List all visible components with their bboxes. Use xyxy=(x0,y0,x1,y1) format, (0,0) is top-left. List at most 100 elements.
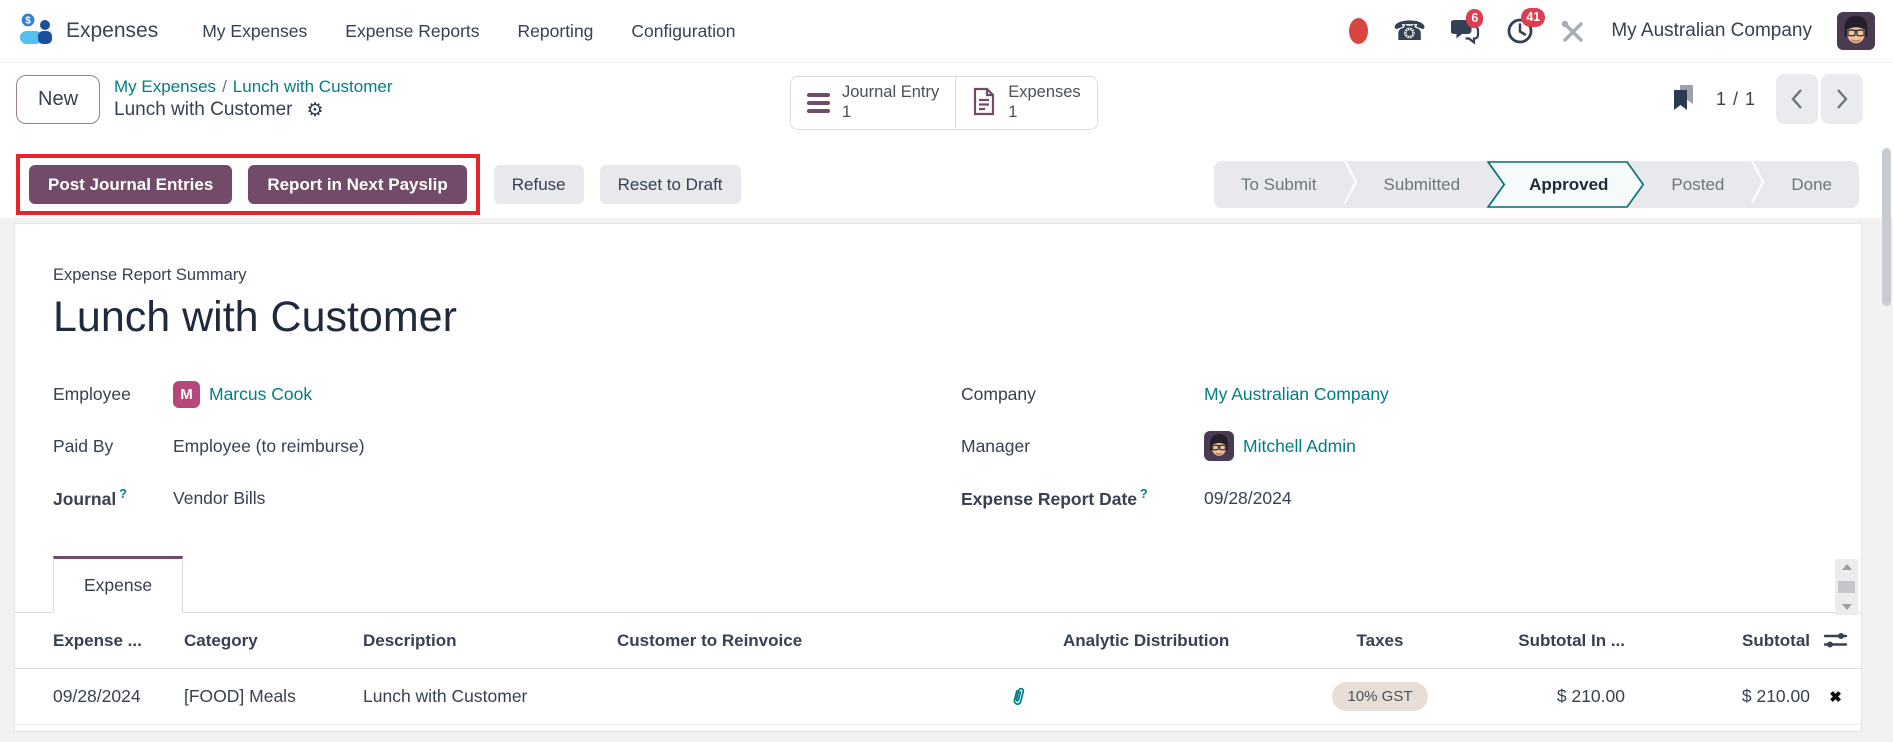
breadcrumb-current-link[interactable]: Lunch with Customer xyxy=(233,77,393,96)
report-date-label: Expense Report Date? xyxy=(961,487,1204,510)
scrollbar-thumb[interactable] xyxy=(1838,581,1855,593)
col-subtotal[interactable]: Subtotal xyxy=(1625,631,1810,651)
status-step-submitted[interactable]: Submitted xyxy=(1357,161,1488,208)
voip-phone-icon[interactable]: ☎ xyxy=(1393,18,1427,45)
expenses-smart-button[interactable]: Expenses 1 xyxy=(955,77,1096,129)
cell-description[interactable]: Lunch with Customer xyxy=(363,686,617,707)
page-title[interactable]: Lunch with Customer xyxy=(53,293,1837,342)
status-step-approved[interactable]: Approved xyxy=(1487,161,1644,208)
cell-customer-to-reinvoice[interactable] xyxy=(617,686,1063,707)
expenses-label: Expenses xyxy=(1008,83,1080,101)
pager-next-button[interactable] xyxy=(1821,74,1863,124)
expense-lines-table: Expense ... Category Description Custome… xyxy=(15,613,1861,725)
menu-my-expenses[interactable]: My Expenses xyxy=(200,17,309,46)
messages-icon[interactable]: 6 xyxy=(1451,18,1481,45)
user-avatar[interactable] xyxy=(1837,12,1875,50)
company-switcher[interactable]: My Australian Company xyxy=(1611,20,1812,42)
table-header-row: Expense ... Category Description Custome… xyxy=(15,613,1861,669)
red-highlight-annotation: Post Journal Entries Report in Next Pays… xyxy=(16,154,480,215)
new-button[interactable]: New xyxy=(16,75,100,124)
company-link[interactable]: My Australian Company xyxy=(1204,384,1389,405)
employee-link[interactable]: Marcus Cook xyxy=(209,384,312,405)
paperclip-icon[interactable] xyxy=(1010,686,1027,707)
recording-indicator-icon xyxy=(1349,18,1368,44)
cell-expense-date[interactable]: 09/28/2024 xyxy=(15,686,184,707)
status-step-posted[interactable]: Posted xyxy=(1644,161,1751,208)
pager-area: 1 / 1 xyxy=(1671,74,1877,124)
menu-expense-reports[interactable]: Expense Reports xyxy=(343,17,481,46)
messages-count-badge: 6 xyxy=(1466,9,1483,28)
breadcrumb-parent-link[interactable]: My Expenses xyxy=(114,77,216,96)
delete-row-icon[interactable]: ✖ xyxy=(1829,688,1842,706)
cell-subtotal[interactable]: $ 210.00 xyxy=(1625,686,1810,707)
breadcrumb-separator: / xyxy=(216,77,233,96)
content-area: Expense Report Summary Lunch with Custom… xyxy=(0,218,1893,742)
menu-reporting[interactable]: Reporting xyxy=(516,17,596,46)
col-subtotal-in[interactable]: Subtotal In ... xyxy=(1445,631,1625,651)
col-expense-date[interactable]: Expense ... xyxy=(15,631,184,651)
status-step-done[interactable]: Done xyxy=(1764,161,1859,208)
scroll-up-icon[interactable] xyxy=(1842,564,1852,570)
cell-subtotal-in[interactable]: $ 210.00 xyxy=(1445,686,1625,707)
col-analytic-distribution[interactable]: Analytic Distribution xyxy=(1063,631,1315,651)
scroll-down-icon[interactable] xyxy=(1842,604,1852,610)
breadcrumb: My Expenses/Lunch with Customer Lunch wi… xyxy=(114,76,392,123)
journal-entry-smart-button[interactable]: Journal Entry 1 xyxy=(791,77,955,129)
table-mini-scrollbar[interactable] xyxy=(1835,559,1858,615)
col-customer-to-reinvoice[interactable]: Customer to Reinvoice xyxy=(617,631,1063,651)
paid-by-value[interactable]: Employee (to reimburse) xyxy=(173,436,365,457)
pager-previous-button[interactable] xyxy=(1776,74,1818,124)
reset-to-draft-button[interactable]: Reset to Draft xyxy=(600,165,741,204)
employee-avatar: M xyxy=(173,381,200,408)
app-brand[interactable]: $ Expenses xyxy=(18,12,158,51)
user-avatar-image xyxy=(1837,12,1875,50)
tax-tag[interactable]: 10% GST xyxy=(1332,682,1427,711)
control-panel: New My Expenses/Lunch with Customer Lunc… xyxy=(0,63,1893,135)
step-separator xyxy=(1751,161,1764,208)
status-step-to-submit[interactable]: To Submit xyxy=(1214,161,1344,208)
gear-icon[interactable]: ⚙ xyxy=(300,100,329,121)
smart-buttons: Journal Entry 1 Expenses 1 xyxy=(790,76,1098,130)
wrench-screwdriver-icon xyxy=(1559,18,1586,45)
manager-link[interactable]: Mitchell Admin xyxy=(1243,436,1356,457)
summary-field-label: Expense Report Summary xyxy=(53,266,1837,285)
app-menu: My Expenses Expense Reports Reporting Co… xyxy=(200,17,737,46)
menu-configuration[interactable]: Configuration xyxy=(629,17,737,46)
activities-icon[interactable]: 41 xyxy=(1506,17,1534,45)
journal-value[interactable]: Vendor Bills xyxy=(173,488,265,509)
tab-expense[interactable]: Expense xyxy=(53,556,183,613)
journal-entries-icon xyxy=(807,93,830,114)
page-scrollbar-thumb[interactable] xyxy=(1882,148,1891,306)
report-date-help-icon[interactable]: ? xyxy=(1140,487,1148,501)
bookmark-icon[interactable] xyxy=(1671,83,1696,115)
action-bar: Post Journal Entries Report in Next Pays… xyxy=(0,135,1893,218)
journal-field-row: Journal? Vendor Bills xyxy=(53,472,961,524)
post-journal-entries-button[interactable]: Post Journal Entries xyxy=(29,165,232,204)
record-name: Lunch with Customer xyxy=(114,98,292,123)
col-category[interactable]: Category xyxy=(184,631,363,651)
activities-count-badge: 41 xyxy=(1521,8,1545,27)
pager-counter: 1 / 1 xyxy=(1716,89,1756,110)
manager-avatar xyxy=(1204,431,1234,461)
optional-columns-icon[interactable] xyxy=(1823,631,1848,650)
col-description[interactable]: Description xyxy=(363,631,617,651)
form-sheet: Expense Report Summary Lunch with Custom… xyxy=(14,223,1862,732)
refuse-button[interactable]: Refuse xyxy=(494,165,584,204)
journal-help-icon[interactable]: ? xyxy=(119,487,127,501)
report-date-value[interactable]: 09/28/2024 xyxy=(1204,488,1292,509)
notebook: Expense Expense ... Category Description… xyxy=(15,556,1861,725)
expenses-count: 1 xyxy=(1008,103,1017,121)
support-tools-icon[interactable] xyxy=(1559,18,1586,45)
active-step-label: Approved xyxy=(1529,175,1608,195)
cell-category[interactable]: [FOOD] Meals xyxy=(184,686,363,707)
table-row[interactable]: 09/28/2024 [FOOD] Meals Lunch with Custo… xyxy=(15,669,1861,725)
statusbar: To Submit Submitted Approved Posted Done xyxy=(1214,161,1859,208)
cell-taxes[interactable]: 10% GST xyxy=(1315,682,1445,711)
col-taxes[interactable]: Taxes xyxy=(1315,631,1445,651)
report-in-next-payslip-button[interactable]: Report in Next Payslip xyxy=(248,165,466,204)
company-field-row: Company My Australian Company xyxy=(961,368,1837,420)
manager-field-row: Manager xyxy=(961,420,1837,472)
employee-label: Employee xyxy=(53,384,173,405)
journal-label: Journal? xyxy=(53,487,173,510)
report-date-field-row: Expense Report Date? 09/28/2024 xyxy=(961,472,1837,524)
